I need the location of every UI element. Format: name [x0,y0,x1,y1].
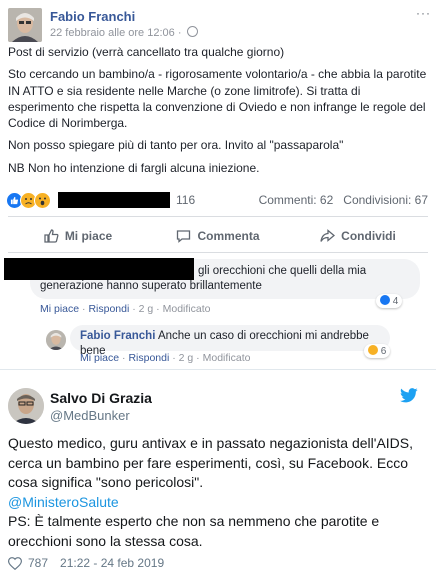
post-date[interactable]: 22 febbraio alle ore 12:06 · [50,26,198,39]
reactions-count: 116 [176,193,196,207]
tweet-like-count: 787 [28,556,49,570]
redacted-commenter [4,258,194,280]
engagement-counts: Commenti: 62 Condivisioni: 67 [259,193,428,207]
comments-count[interactable]: Commenti: 62 [259,193,334,207]
comment-button-label: Commenta [197,229,260,243]
reply-edited: Modificato [202,352,251,364]
comment-button[interactable]: Commenta [148,222,288,250]
reply-time[interactable]: 2 g [179,352,194,364]
post-author-name[interactable]: Fabio Franchi [50,9,135,24]
thumbs-up-icon [44,229,59,243]
share-button[interactable]: Condividi [288,222,428,250]
share-button-label: Condividi [341,229,396,243]
tweet-author-handle[interactable]: @MedBunker [50,408,130,423]
comment-meta: Mi piace · Rispondi · 2 g · Modificato [40,303,211,315]
like-button[interactable]: Mi piace [8,222,148,250]
post-paragraph: Post di servizio (verrà cancellato tra q… [8,45,285,59]
post-body: Post di servizio (verrà cancellato tra q… [8,44,428,182]
reply-like-link[interactable]: Mi piace [80,352,119,364]
globe-icon [186,26,198,37]
reply-meta: Mi piace · Rispondi · 2 g · Modificato [80,352,251,364]
tweet-text-main: Questo medico, guru antivax e in passato… [8,435,414,490]
tweet-footer: 787 21:22 - 24 feb 2019 [8,556,164,570]
comment-like-link[interactable]: Mi piace [40,303,79,315]
post-paragraph: Non posso spiegare più di tanto per ora.… [8,138,344,153]
post-menu-icon[interactable]: ··· [416,6,431,20]
comment-reply-link[interactable]: Rispondi [88,303,129,315]
tweet-author-avatar[interactable] [8,388,44,424]
post-paragraph: NB Non ho intenzione di fargli alcuna in… [8,160,260,175]
comment-reaction-count[interactable]: 4 [376,294,403,308]
reply-reaction-number: 6 [380,346,387,357]
reply-bubble: Fabio Franchi Anche un caso di orecchion… [70,325,390,357]
comment-reaction-number: 4 [392,296,399,307]
twitter-bird-icon[interactable] [400,388,418,403]
heart-icon[interactable] [8,556,22,570]
comment-time[interactable]: 2 g [139,303,154,315]
like-reaction-icon [380,295,390,305]
facebook-post: Fabio Franchi 22 febbraio alle ore 12:06… [0,0,436,370]
divider [8,216,428,217]
post-actions: Mi piace Commenta Condividi [8,222,428,250]
reply-reply-link[interactable]: Rispondi [128,352,169,364]
comment-icon [177,230,191,243]
reply-author-avatar[interactable] [46,330,66,350]
wow-reaction-icon [34,191,51,209]
tweet-author-name[interactable]: Salvo Di Grazia [50,390,152,406]
tweet-mention[interactable]: @MinisteroSalute [8,493,428,513]
post-paragraph: Sto cercando un bambino/a - rigorosament… [8,67,427,131]
shares-count[interactable]: Condivisioni: 67 [343,193,428,207]
redacted-names [58,192,170,208]
like-button-label: Mi piace [64,229,113,243]
divider [8,252,428,253]
haha-reaction-icon [368,345,378,355]
reactions-summary[interactable]: 116 [6,191,196,209]
tweet-text-ps: PS: È talmente esperto che non sa nemmen… [8,513,380,549]
tweet-timestamp[interactable]: 21:22 - 24 feb 2019 [60,556,164,570]
author-avatar[interactable] [8,8,42,42]
reply-author-name[interactable]: Fabio Franchi [80,330,155,342]
tweet-body: Questo medico, guru antivax e in passato… [8,434,428,551]
comment-edited: Modificato [162,303,211,315]
post-date-text: 22 febbraio alle ore 12:06 · [50,27,182,39]
reply-reaction-count[interactable]: 6 [364,344,391,358]
share-icon [320,229,336,242]
tweet: Salvo Di Grazia @MedBunker Questo medico… [0,370,436,582]
